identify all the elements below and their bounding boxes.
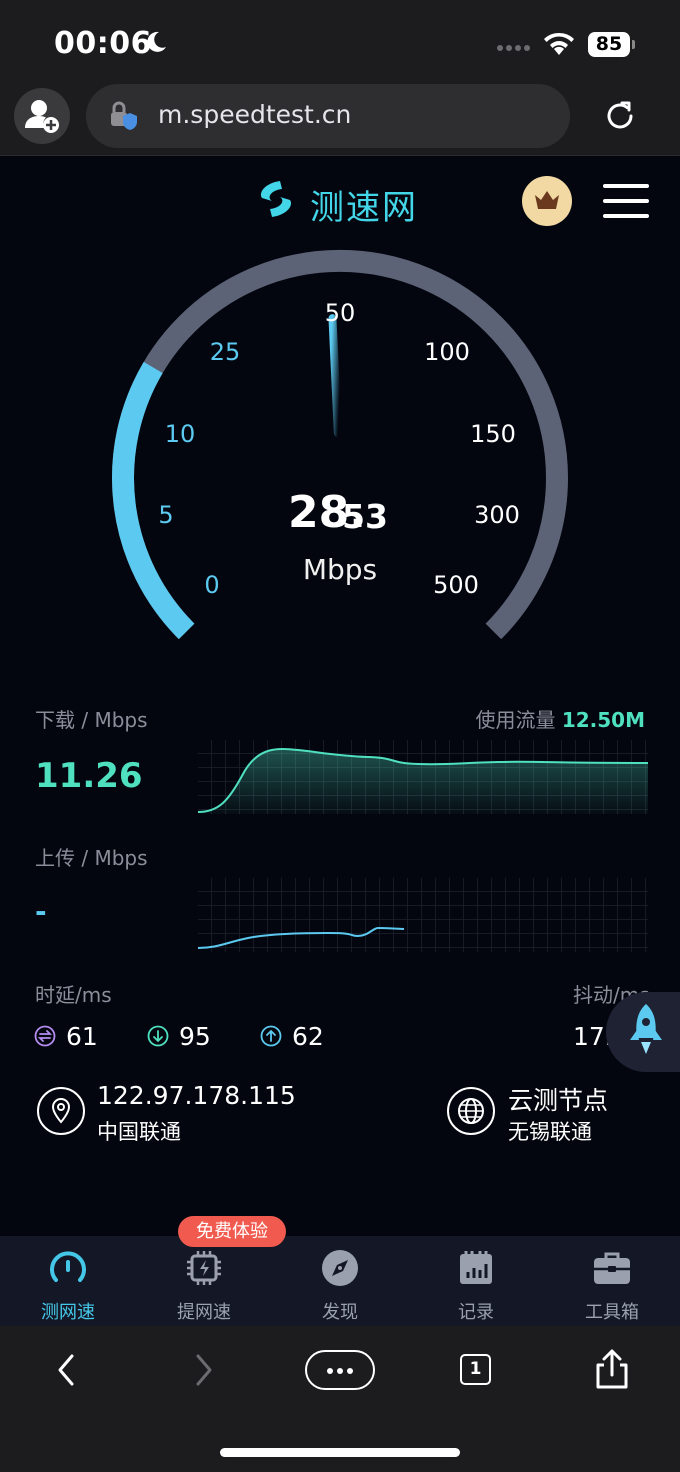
wifi-icon — [544, 32, 574, 55]
lock-shield-icon — [111, 101, 137, 130]
browser-url-row: m.speedtest.cn — [0, 82, 680, 156]
node-name: 无锡联通 — [508, 1120, 592, 1144]
tab-label: 工具箱 — [585, 1302, 639, 1323]
speed-unit: Mbps — [302, 553, 378, 586]
data-usage-label: 使用流量 — [475, 708, 556, 732]
menu-bar — [603, 199, 649, 203]
tab-toolbox[interactable]: 工具箱 — [544, 1236, 680, 1326]
more-dot — [347, 1368, 353, 1374]
gauge-tick: 500 — [433, 571, 479, 599]
browser-toolbar: 1 — [0, 1326, 680, 1472]
speed-value-decimal: 53 — [342, 497, 388, 536]
tab-label: 发现 — [322, 1302, 358, 1323]
tab-speed-test[interactable]: 测网速 — [0, 1236, 136, 1326]
more-dot — [337, 1368, 343, 1374]
share-icon[interactable] — [594, 1348, 630, 1390]
gauge-tick: 25 — [209, 338, 241, 366]
latency-idle-value: 61 — [66, 1022, 98, 1051]
reload-icon[interactable] — [600, 96, 640, 136]
calendar-chart-icon — [460, 1251, 492, 1284]
menu-bar — [603, 184, 649, 188]
battery-indicator: 85 — [588, 32, 630, 57]
crown-icon — [535, 191, 559, 209]
gauge-icon — [50, 1251, 86, 1282]
gauge-tick: 50 — [324, 299, 356, 327]
menu-bar — [603, 214, 649, 218]
rocket-icon — [630, 1004, 662, 1054]
tab-bar: 测网速 提网速 发现 记录 工具箱 — [0, 1236, 680, 1326]
arrow-down-icon — [147, 1025, 169, 1047]
download-label: 下载 / Mbps — [35, 708, 148, 732]
gauge-progress — [112, 361, 195, 640]
gauge-tick: 0 — [204, 571, 220, 599]
latency-upload-value: 62 — [292, 1022, 324, 1051]
battery-tip — [632, 40, 635, 49]
tab-label: 测网速 — [41, 1302, 95, 1323]
logo-text: 测速网 — [310, 188, 418, 228]
tab-records[interactable]: 记录 — [408, 1236, 544, 1326]
tab-label: 记录 — [458, 1302, 494, 1323]
compass-icon — [322, 1250, 358, 1286]
status-bar: 00:06 85 — [0, 0, 680, 82]
gauge-needle — [328, 314, 342, 438]
swap-icon — [34, 1025, 56, 1047]
upload-graph — [198, 878, 648, 952]
profile-button[interactable] — [14, 88, 70, 144]
upload-label: 上传 / Mbps — [35, 846, 148, 870]
graph-grid — [198, 878, 648, 952]
location-pin-glyph — [51, 1097, 71, 1124]
globe-glyph — [458, 1098, 484, 1124]
location-pin-icon — [37, 1087, 85, 1135]
url-text: m.speedtest.cn — [158, 100, 352, 129]
latency-download-value: 95 — [179, 1022, 211, 1051]
add-user-icon — [25, 100, 59, 133]
tab-discover[interactable]: 发现 — [272, 1236, 408, 1326]
gauge-tick: 100 — [424, 338, 470, 366]
status-time: 00:06 — [54, 26, 152, 61]
gauge-tick: 10 — [164, 420, 196, 448]
chip-icon — [187, 1251, 221, 1285]
data-usage-value: 12.50M — [561, 708, 645, 732]
forward-icon[interactable] — [188, 1352, 218, 1388]
gauge-tick: 5 — [158, 501, 174, 529]
isp-name: 中国联通 — [97, 1120, 181, 1144]
ip-address: 122.97.178.115 — [97, 1081, 296, 1110]
moon-icon — [147, 31, 166, 52]
back-icon[interactable] — [52, 1352, 82, 1388]
node-title: 云测节点 — [508, 1086, 609, 1115]
latency-label: 时延/ms — [35, 983, 112, 1007]
gauge-tick: 300 — [474, 501, 520, 529]
url-field[interactable]: m.speedtest.cn — [86, 84, 570, 148]
home-indicator — [220, 1448, 460, 1457]
vip-button[interactable] — [522, 176, 572, 226]
tab-label: 提网速 — [177, 1302, 231, 1323]
more-button[interactable] — [305, 1350, 375, 1390]
gauge-tick: 150 — [470, 420, 516, 448]
download-value: 11.26 — [35, 756, 143, 796]
globe-icon — [447, 1087, 495, 1135]
download-graph — [198, 740, 648, 814]
toolbox-icon — [594, 1252, 630, 1284]
logo-icon — [260, 181, 292, 217]
cellular-signal-icon — [497, 45, 530, 51]
upload-value: - — [35, 895, 47, 928]
promo-badge: 免费体验 — [178, 1216, 286, 1247]
menu-button[interactable] — [603, 184, 649, 218]
tabs-button[interactable]: 1 — [460, 1354, 491, 1385]
more-dot — [327, 1368, 333, 1374]
tab-boost[interactable]: 提网速 — [136, 1236, 272, 1326]
data-usage: 使用流量 12.50M — [475, 704, 645, 733]
arrow-up-icon — [260, 1025, 282, 1047]
rocket-button[interactable] — [606, 992, 680, 1072]
